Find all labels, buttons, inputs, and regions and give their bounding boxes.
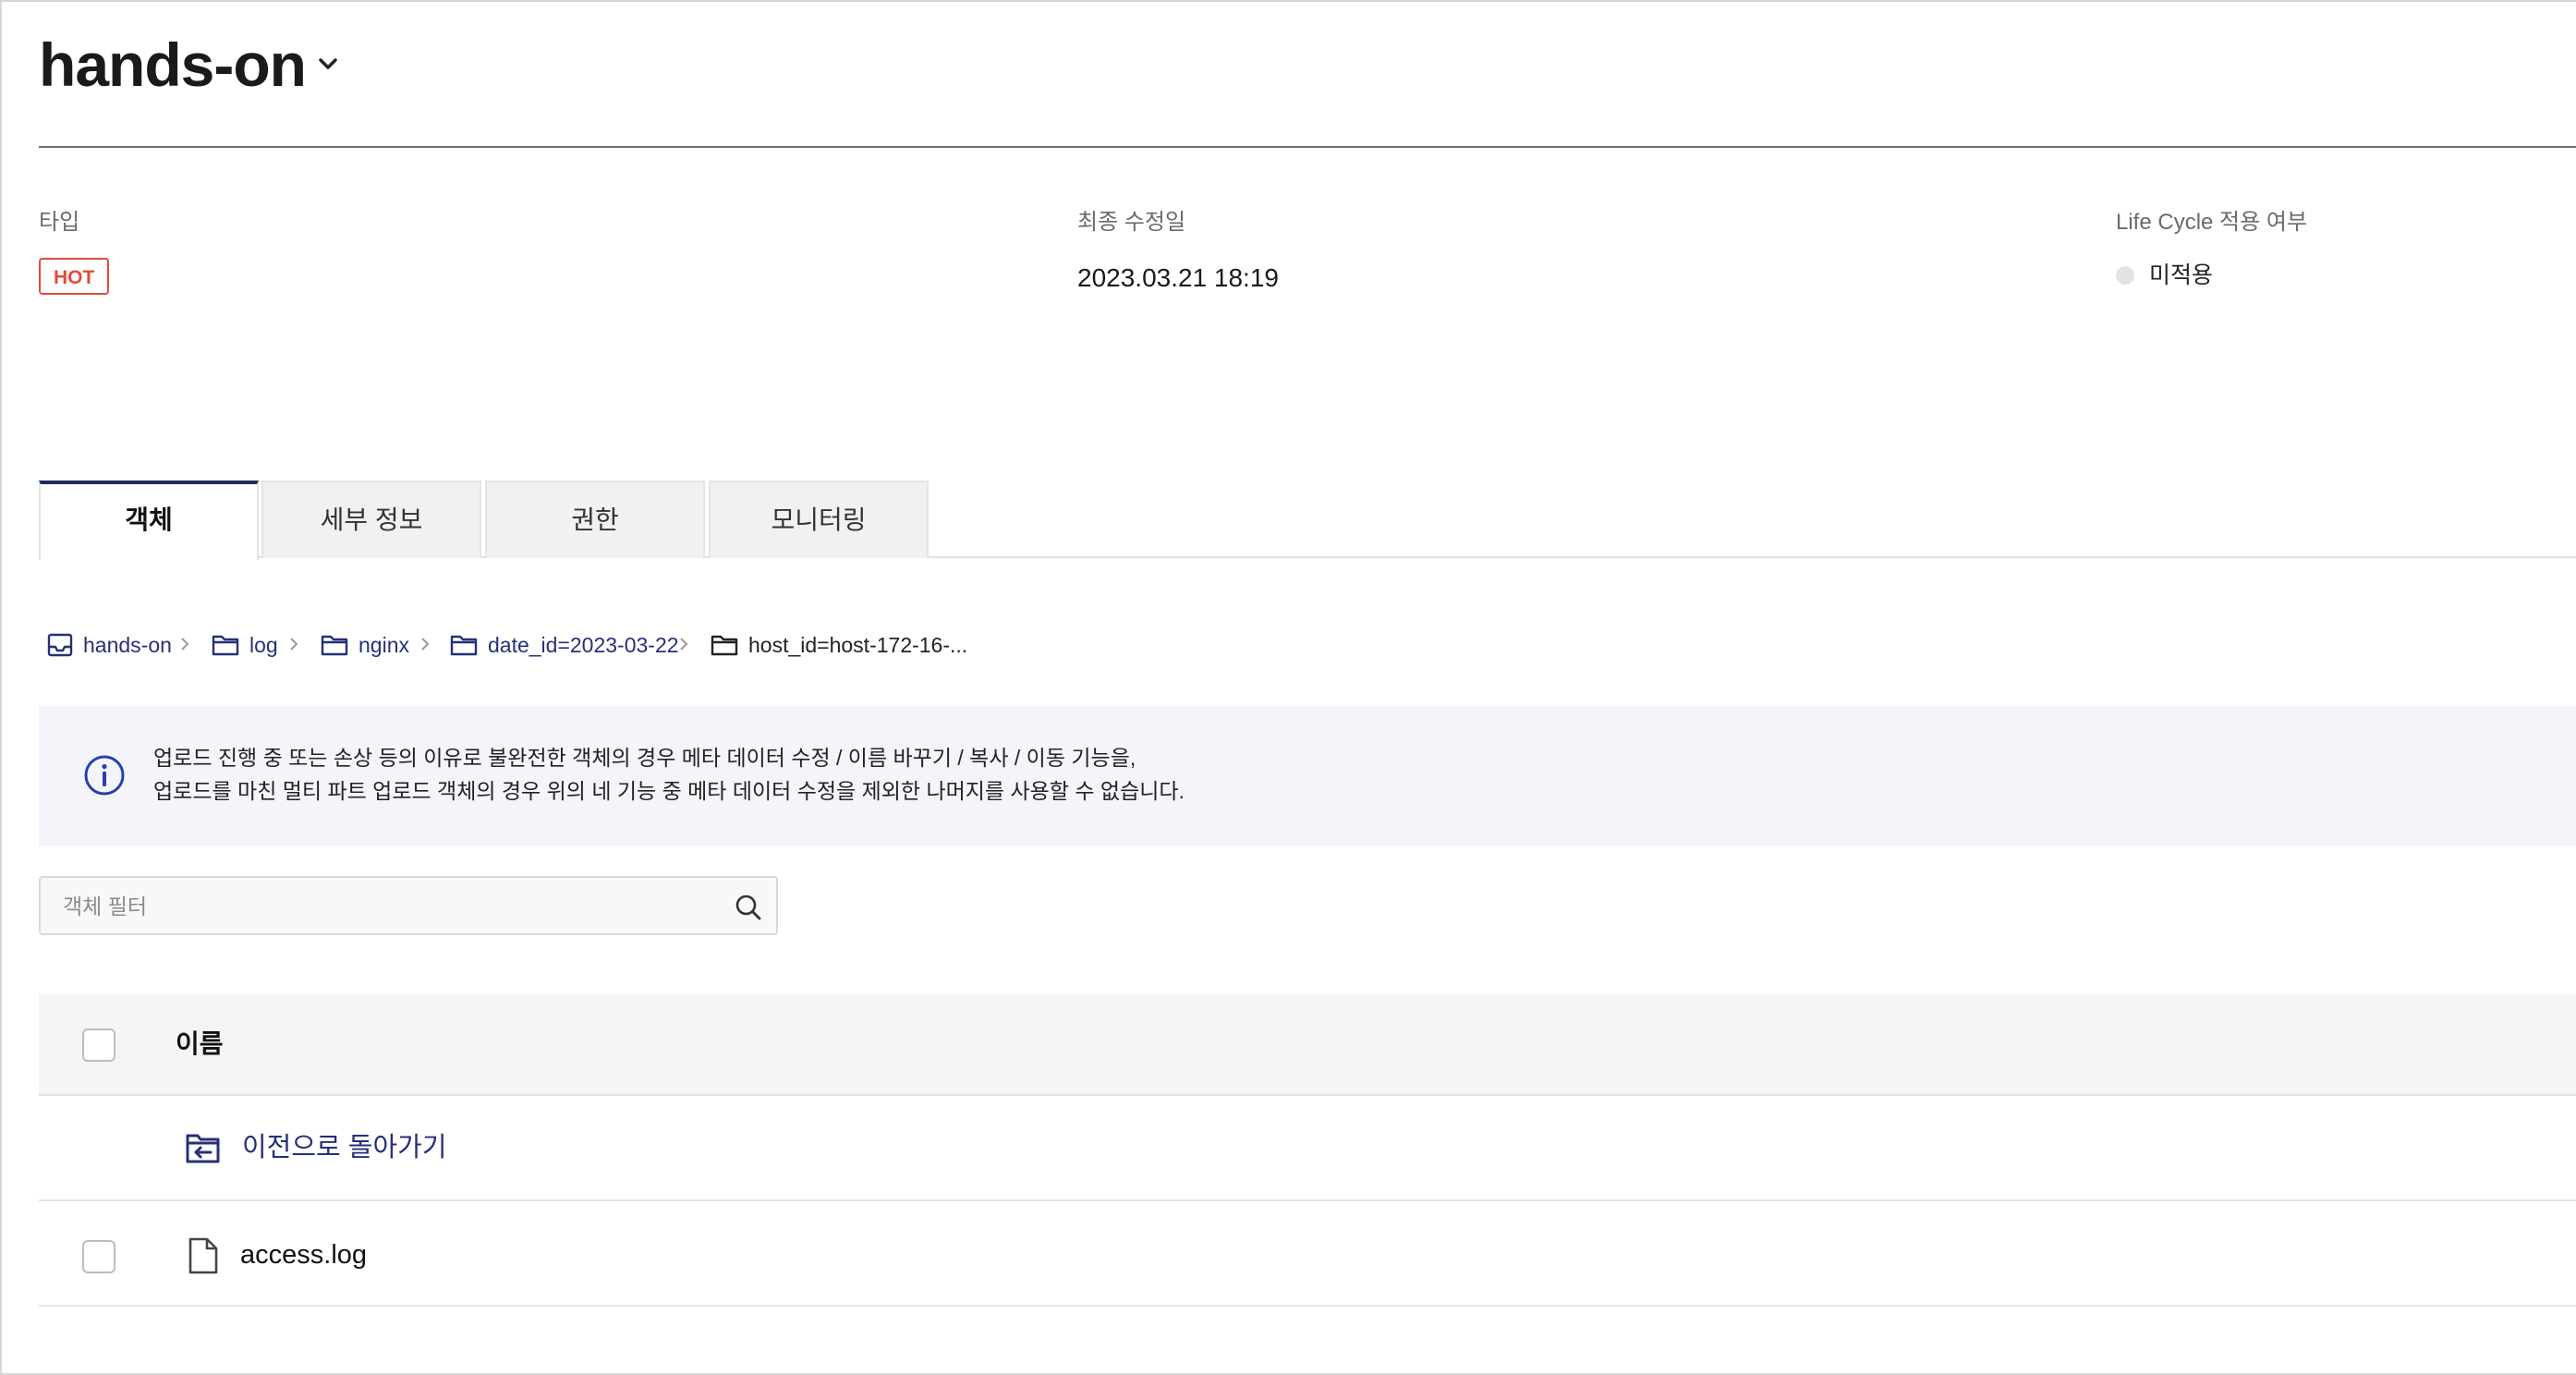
chevron-down-icon[interactable] (314, 50, 342, 78)
type-label: 타입 (39, 210, 80, 235)
lifecycle-label: Life Cycle 적용 여부 (2116, 210, 2308, 235)
modified-value: 2023.03.21 18:19 (1077, 263, 1279, 292)
chevron-right-icon (680, 638, 688, 651)
object-filter-input[interactable] (61, 878, 711, 935)
table-row (39, 1201, 2576, 1307)
folder-back-icon[interactable] (185, 1129, 222, 1166)
breadcrumb-label: log (249, 632, 278, 657)
folder-icon (711, 635, 738, 656)
header-divider (39, 146, 2576, 148)
info-icon (84, 755, 125, 796)
file-icon (188, 1237, 218, 1274)
search-icon[interactable] (734, 893, 763, 922)
bucket-title: hands-on (39, 30, 307, 99)
breadcrumb-item-bucket[interactable]: hands-on (46, 627, 172, 663)
tab-objects[interactable]: 객체 (39, 481, 259, 560)
notice-line-2: 업로드를 마친 멀티 파트 업로드 객체의 경우 위의 네 기능 중 메타 데이… (153, 779, 1185, 803)
notice-line-1: 업로드 진행 중 또는 손상 등의 이유로 불완전한 객체의 경우 메타 데이터… (153, 746, 1136, 770)
breadcrumb-item-log[interactable]: log (211, 627, 278, 663)
status-dot-icon (2116, 266, 2134, 285)
breadcrumb-label: date_id=2023-03-22 (488, 632, 679, 657)
breadcrumb-label: nginx (358, 632, 409, 657)
type-badge: HOT (39, 258, 110, 295)
lifecycle-value: 미적용 (2149, 262, 2214, 288)
select-all-checkbox[interactable] (82, 1028, 115, 1062)
modified-label: 최종 수정일 (1077, 210, 1186, 235)
tab-details[interactable]: 세부 정보 (261, 481, 481, 558)
object-filter (39, 876, 778, 935)
breadcrumb-item-current: host_id=host-172-16-... (710, 627, 967, 663)
table-header (39, 994, 2576, 1096)
row-checkbox[interactable] (82, 1240, 115, 1273)
chevron-right-icon (421, 638, 430, 651)
breadcrumb-item-nginx[interactable]: nginx (320, 627, 409, 663)
tab-permissions[interactable]: 권한 (485, 481, 705, 558)
tab-monitoring[interactable]: 모니터링 (709, 481, 929, 558)
file-name[interactable]: access.log (240, 1238, 367, 1272)
breadcrumb-label: hands-on (83, 632, 172, 657)
chevron-right-icon (290, 638, 298, 651)
bucket-icon (47, 633, 73, 657)
folder-icon (321, 635, 348, 656)
breadcrumb-label: host_id=host-172-16-... (748, 632, 968, 657)
breadcrumb-item-date[interactable]: date_id=2023-03-22 (449, 627, 679, 663)
column-header-name: 이름 (176, 1029, 224, 1058)
notice-text: 업로드 진행 중 또는 손상 등의 이유로 불완전한 객체의 경우 메타 데이터… (153, 741, 1185, 808)
back-link[interactable]: 이전으로 돌아가기 (242, 1131, 447, 1164)
folder-icon (450, 635, 478, 656)
folder-icon (212, 635, 239, 656)
chevron-right-icon (181, 638, 189, 651)
